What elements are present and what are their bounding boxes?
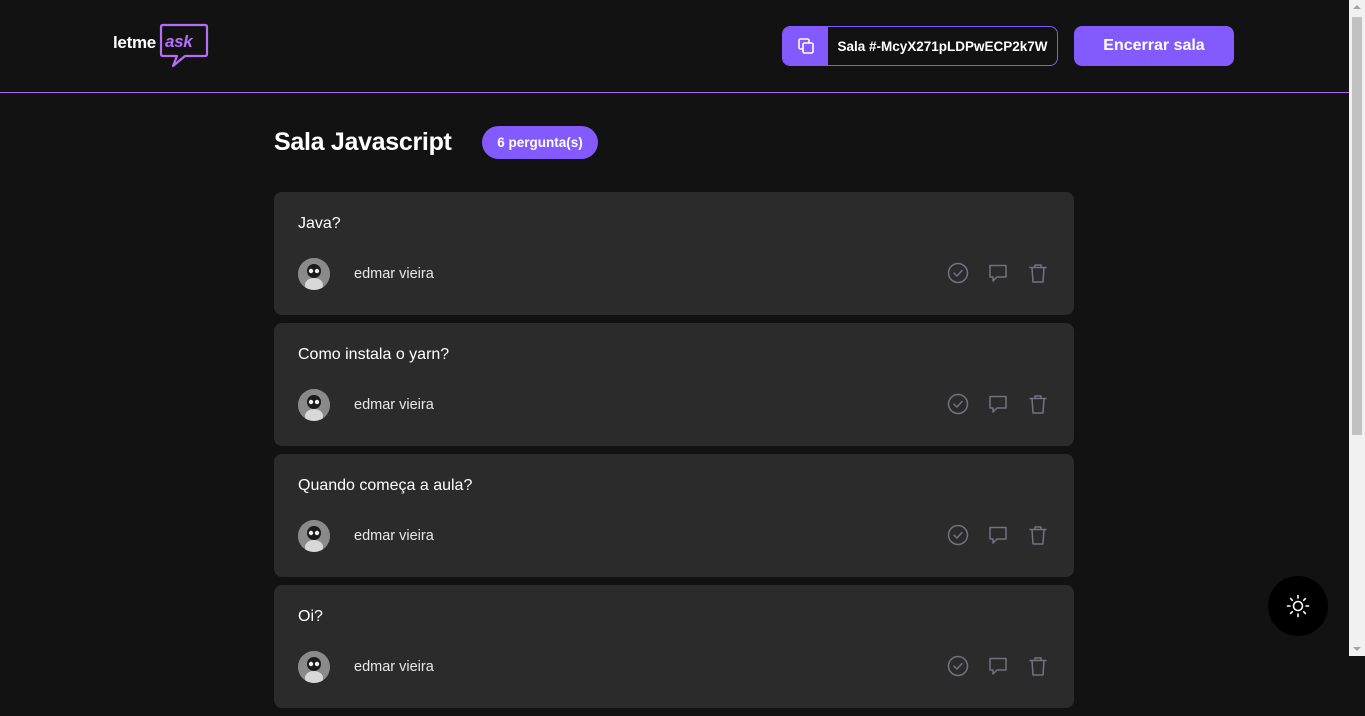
sun-icon [1286, 594, 1310, 618]
scrollbar[interactable] [1349, 0, 1365, 656]
mark-answered-button[interactable] [946, 261, 970, 285]
author-name: edmar vieira [354, 528, 434, 544]
question-actions [946, 654, 1050, 678]
check-circle-icon [947, 393, 969, 415]
chat-bubble-icon [989, 395, 1007, 413]
copy-button[interactable] [783, 27, 828, 65]
check-circle-icon [947, 262, 969, 284]
theme-toggle-button[interactable] [1268, 576, 1328, 636]
header: letme ask Sala #-McyX271pLDPwECP2k7W Enc… [0, 0, 1349, 93]
scroll-down-arrow-icon[interactable] [1353, 647, 1361, 651]
highlight-button[interactable] [986, 523, 1010, 547]
question-card: Java? edmar vieira [274, 192, 1074, 315]
author-name: edmar vieira [354, 397, 434, 413]
trash-icon [1029, 526, 1047, 545]
author-name: edmar vieira [354, 659, 434, 675]
question-content: Como instala o yarn? [298, 346, 450, 363]
highlight-button[interactable] [986, 392, 1010, 416]
room-code-text: Sala #-McyX271pLDPwECP2k7W [837, 38, 1048, 54]
room-code-button[interactable]: Sala #-McyX271pLDPwECP2k7W [782, 26, 1058, 66]
chat-bubble-icon [989, 657, 1007, 675]
delete-button[interactable] [1026, 523, 1050, 547]
chat-bubble-icon [989, 526, 1007, 544]
trash-icon [1029, 264, 1047, 283]
question-card: Oi? edmar vieira [274, 585, 1074, 708]
delete-button[interactable] [1026, 654, 1050, 678]
delete-button[interactable] [1026, 392, 1050, 416]
scrollbar-thumb[interactable] [1352, 17, 1362, 435]
avatar [298, 389, 330, 421]
mark-answered-button[interactable] [946, 523, 970, 547]
highlight-button[interactable] [986, 261, 1010, 285]
question-actions [946, 523, 1050, 547]
mark-answered-button[interactable] [946, 654, 970, 678]
trash-icon [1029, 657, 1047, 676]
logo-text-letme: letme [113, 33, 156, 52]
question-actions [946, 261, 1050, 285]
trash-icon [1029, 395, 1047, 414]
check-circle-icon [947, 524, 969, 546]
author-name: edmar vieira [354, 266, 434, 282]
avatar [298, 258, 330, 290]
check-circle-icon [947, 655, 969, 677]
mark-answered-button[interactable] [946, 392, 970, 416]
end-room-button[interactable]: Encerrar sala [1074, 26, 1234, 66]
delete-button[interactable] [1026, 261, 1050, 285]
question-content: Quando começa a aula? [298, 477, 473, 494]
question-actions [946, 392, 1050, 416]
question-content: Oi? [298, 608, 323, 625]
question-content: Java? [298, 215, 341, 232]
question-list: Java? edmar vieira Como instala o yarn? … [274, 192, 1074, 716]
avatar [298, 520, 330, 552]
question-count-badge: 6 pergunta(s) [482, 126, 598, 159]
highlight-button[interactable] [986, 654, 1010, 678]
question-card: Quando começa a aula? edmar vieira [274, 454, 1074, 577]
room-title: Sala Javascript [274, 128, 452, 156]
chat-bubble-icon [989, 264, 1007, 282]
logo[interactable]: letme ask [113, 22, 209, 68]
logo-text-ask: ask [165, 32, 193, 51]
copy-icon [797, 38, 814, 54]
question-card: Como instala o yarn? edmar vieira [274, 323, 1074, 446]
scroll-up-arrow-icon[interactable] [1353, 5, 1361, 9]
